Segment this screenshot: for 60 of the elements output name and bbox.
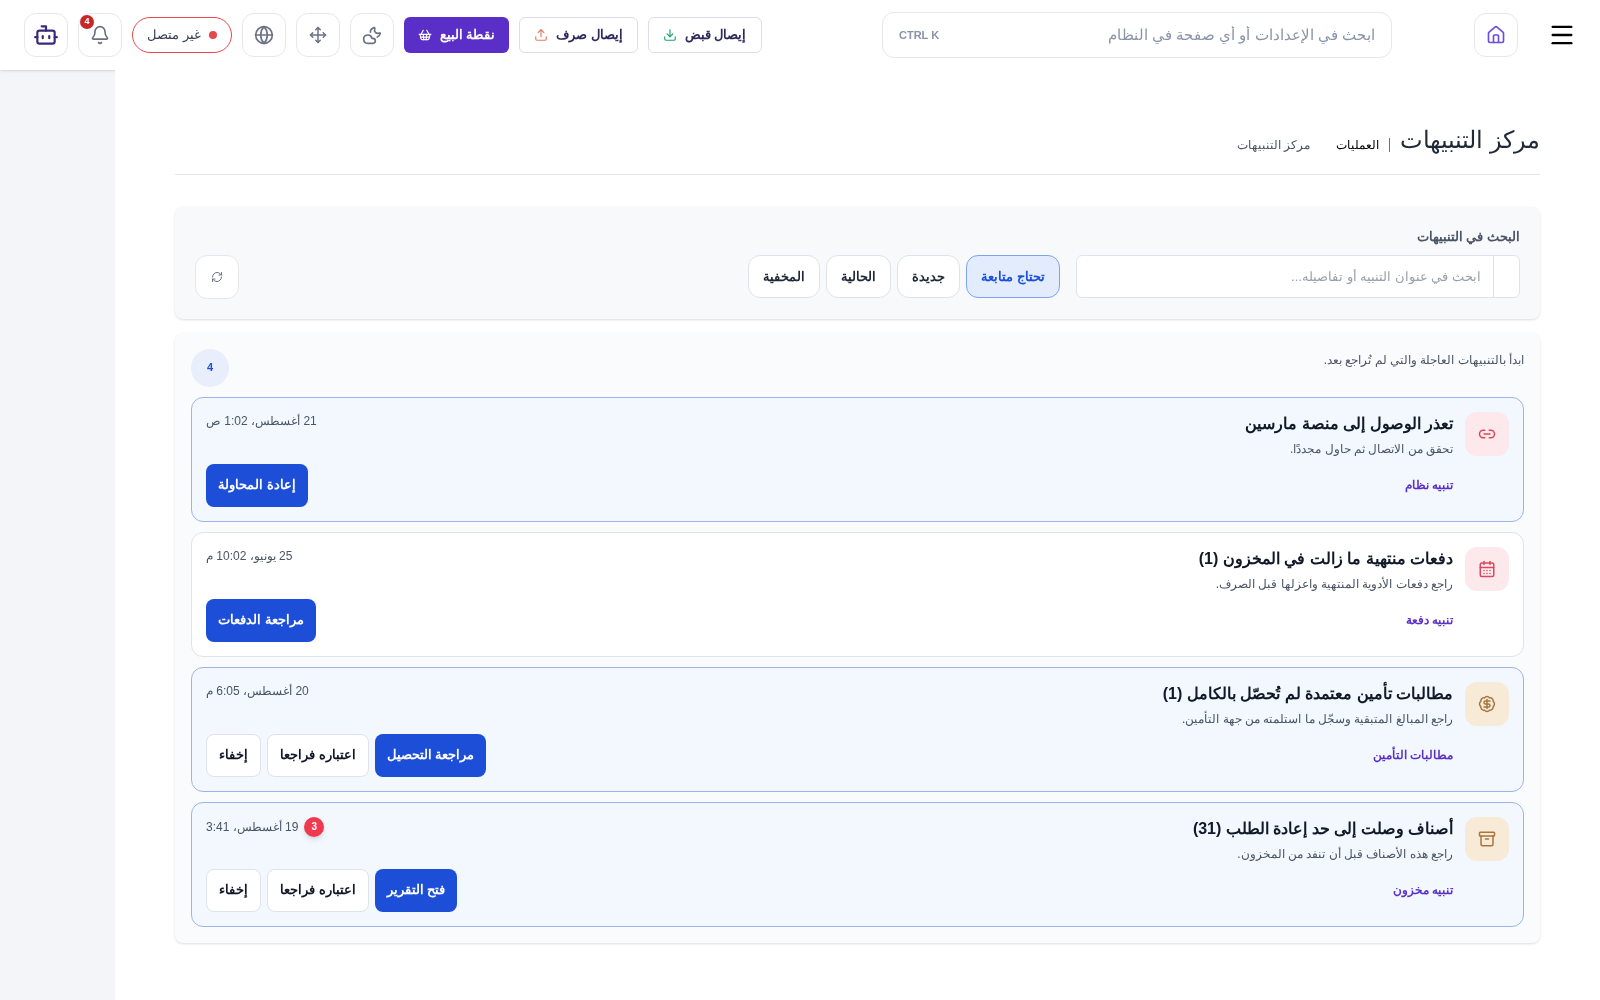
calendar-icon [1478,559,1496,578]
globe-icon [253,25,274,45]
alert-title: دفعات منتهية ما زالت في المخزون (1) [1198,548,1453,571]
alert-action-button[interactable]: مراجعة التحصيل [374,733,487,777]
avatar-button[interactable] [24,13,68,57]
filter-tab[interactable]: الحالية [826,255,892,298]
fullscreen-button[interactable] [295,13,340,57]
shortcut-hint: CTRL K [899,27,940,43]
alert-action-button[interactable]: إخفاء [206,733,261,777]
alert-action-button[interactable]: إخفاء [206,868,261,912]
alert-category: تنبيه نظام [1404,477,1453,494]
alerts-count: 4 [191,348,229,387]
alert-action-button[interactable]: اعتباره فراجعا [267,868,369,912]
alert-category: تنبيه دفعة [1405,612,1453,629]
bell-icon [90,25,110,45]
alert-category: تنبيه مخزون [1392,882,1453,899]
alert-detail: تحقق من الاتصال ثم حاول مجددًا. [1289,440,1453,458]
upload-icon [534,28,549,42]
alert-category: مطالبات التأمين [1372,746,1453,764]
refresh-icon [211,270,223,283]
filter-tab[interactable]: تحتاج متابعة [966,255,1060,298]
search-label: البحث في التنبيهات [1415,228,1520,247]
alert-title: مطالبات تأمين معتمدة لم تُحصّل بالكامل (1) [1162,681,1453,706]
breadcrumb-link[interactable]: مركز التنبيهات [1237,136,1311,154]
alert-time: 21 أغسطس، 1:02 ص [206,412,317,430]
filter-tab[interactable]: المخفية [748,255,821,298]
alert-title: تعذر الوصول إلى منصة مارسين [1245,413,1453,436]
alert-time: 20 أغسطس، 6:05 م [206,682,309,700]
money-icon [1478,694,1496,713]
breadcrumb-link[interactable]: العمليات [1336,136,1380,154]
download-icon [662,28,677,42]
alert-detail: راجع هذه الأصناف قبل أن تنفد من المخزون. [1236,845,1453,863]
floating-count-badge: 3 [304,816,325,837]
alert-detail: راجع المبالغ المتبقية وسجّل ما استلمته من جهة التأمين. [1181,710,1453,728]
home-icon [1486,25,1506,45]
alert-title: أصناف وصلت إلى حد إعادة الطلب (31) [1192,817,1453,841]
alert-action-button[interactable]: اعتباره فراجعا [267,733,369,777]
action-button[interactable]: إيصال صرف [519,17,638,53]
alert-action-button[interactable]: مراجعة الدفعات [206,598,316,642]
moon-cloud-icon [361,25,382,45]
filter-tab[interactable]: جديدة [897,255,961,298]
action-button[interactable]: نقطة البيع [403,17,510,53]
theme-button[interactable] [349,13,394,57]
alert-action-button[interactable]: إعادة المحاولة [206,463,308,507]
alert-time: 25 يونيو، 10:02 م [206,547,293,565]
move-icon [308,26,327,44]
action-button[interactable]: إيصال قبض [647,17,762,53]
basket-icon [417,28,432,42]
status-label: غير متصل [147,26,201,45]
alert-action-button[interactable]: فتح التقرير [374,868,458,912]
language-button[interactable] [241,13,286,57]
robot-avatar-icon [33,22,59,48]
notifications-button[interactable] [78,13,122,57]
alert-detail: راجع دفعات الأدوية المنتهية واعزلها قبل الصرف. [1214,575,1453,593]
box-icon [1478,829,1496,848]
alert-time: 19 أغسطس، 3:41 [206,818,299,836]
alerts-hint: ابدأ بالتنبيهات العاجلة والتي لم تُراجع بعد. [1323,351,1524,369]
home-button[interactable] [1474,13,1518,57]
page-title: مركز التنبيهات [1400,125,1540,156]
notification-count: 4 [80,15,94,29]
